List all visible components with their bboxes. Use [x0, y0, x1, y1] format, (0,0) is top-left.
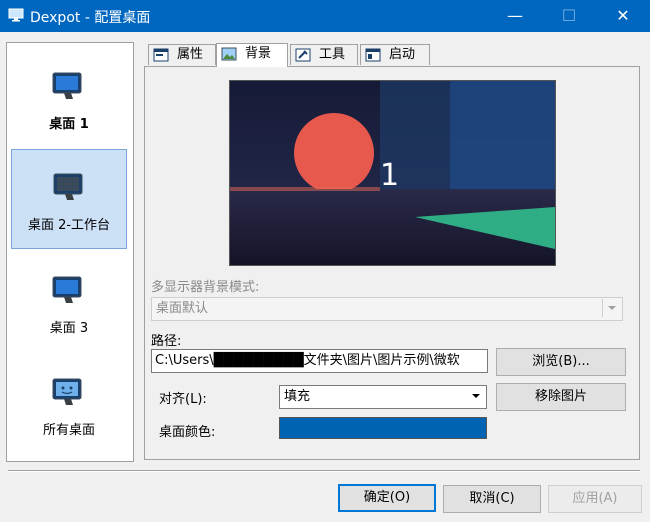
apply-button[interactable]: 应用(A) [548, 485, 642, 513]
monitor-icon [52, 276, 82, 303]
tab-background[interactable]: 背景 [216, 43, 288, 67]
desktop-list[interactable]: 桌面 1 桌面 2-工作台 桌面 3 所有桌面 [6, 42, 134, 462]
desktop-label: 所有桌面 [42, 423, 95, 438]
title-bar[interactable]: Dexpot - 配置桌面 — ☐ ✕ [0, 0, 650, 32]
browse-button[interactable]: 浏览(B)... [496, 348, 626, 376]
close-button[interactable]: ✕ [600, 0, 646, 32]
wallpaper-image: 1 [230, 81, 555, 265]
desktop-item-3[interactable]: 桌面 3 [11, 253, 127, 351]
path-input[interactable]: C:\Users\█████████文件夹\图片\图片示例\微软 [151, 349, 488, 373]
remove-image-button[interactable]: 移除图片 [496, 383, 626, 411]
footer-divider [8, 470, 640, 472]
desktop-item-2[interactable]: 桌面 2-工作台 [11, 149, 127, 249]
desktop-item-all[interactable]: 所有桌面 [11, 355, 127, 453]
ok-button[interactable]: 确定(O) [338, 484, 436, 512]
chevron-down-icon [467, 387, 485, 405]
tab-tools[interactable]: 工具 [290, 44, 358, 65]
all-desktops-icon [52, 378, 82, 405]
tab-properties[interactable]: 属性 [148, 44, 216, 65]
desktop-label: 桌面 3 [49, 321, 89, 336]
tools-icon [295, 48, 311, 62]
monitor-icon [52, 72, 82, 99]
desktop-label: 桌面 2-工作台 [27, 218, 111, 233]
chevron-down-icon [602, 299, 621, 317]
desktop-color-swatch[interactable] [279, 417, 487, 439]
desktop-label: 桌面 1 [49, 117, 89, 132]
monitor-icon [53, 173, 83, 200]
startup-icon [365, 48, 381, 62]
tab-startup[interactable]: 启动 [360, 44, 430, 65]
preview-number: 1 [380, 158, 399, 193]
window-title: Dexpot - 配置桌面 [30, 10, 151, 26]
minimize-button[interactable]: — [492, 0, 538, 32]
properties-icon [153, 48, 169, 62]
monitor-mode-label: 多显示器背景模式: [151, 280, 260, 295]
cancel-button[interactable]: 取消(C) [443, 485, 541, 513]
maximize-button[interactable]: ☐ [546, 0, 592, 32]
desktop-color-label: 桌面颜色: [159, 425, 216, 440]
picture-icon [221, 47, 237, 61]
desktop-item-1[interactable]: 桌面 1 [11, 49, 127, 147]
wallpaper-preview: 1 [229, 80, 556, 266]
align-select[interactable]: 填充 [279, 385, 487, 409]
monitor-mode-select[interactable]: 桌面默认 [151, 297, 623, 321]
align-label: 对齐(L): [159, 392, 207, 407]
path-label: 路径: [151, 334, 182, 349]
app-monitor-icon [8, 8, 24, 22]
